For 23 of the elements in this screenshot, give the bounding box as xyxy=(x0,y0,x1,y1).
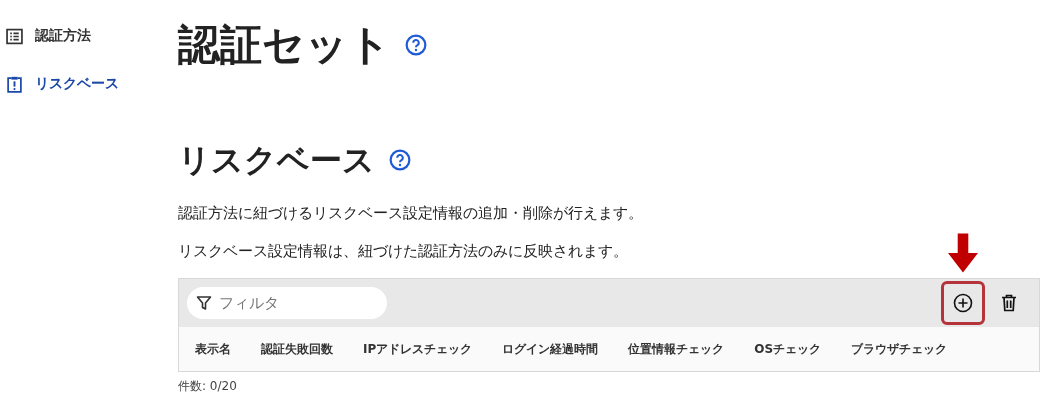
help-icon[interactable] xyxy=(405,34,427,56)
clipboard-alert-icon xyxy=(6,75,23,93)
sidebar-item[interactable]: 認証方法 xyxy=(0,24,178,48)
item-count: 件数: 0/20 xyxy=(178,378,238,394)
description-text: リスクベース設定情報は、紐づけた認証方法のみに反映されます。 xyxy=(178,241,628,262)
list-icon xyxy=(6,27,23,45)
help-icon[interactable] xyxy=(389,149,411,171)
column-header: 表示名 xyxy=(195,340,231,358)
description-text: 認証方法に紐づけるリスクベース設定情報の追加・削除が行えます。 xyxy=(178,203,643,224)
plus-circle-icon xyxy=(953,293,973,313)
column-header: 認証失敗回数 xyxy=(261,340,333,358)
arrow-icon xyxy=(948,232,978,274)
column-header: IPアドレスチェック xyxy=(363,340,473,358)
column-header: OSチェック xyxy=(754,340,822,358)
sidebar-item[interactable]: リスクベース xyxy=(0,72,178,96)
column-header: 位置情報チェック xyxy=(628,340,725,358)
section-title: リスクベース xyxy=(178,140,375,181)
trash-icon xyxy=(999,293,1019,313)
filter-icon xyxy=(196,295,212,311)
column-header: ブラウザチェック xyxy=(851,340,948,358)
filter-field[interactable]: フィルタ xyxy=(187,287,387,319)
page-title: 認証セット xyxy=(178,19,391,71)
column-header: ログイン経過時間 xyxy=(502,340,599,358)
